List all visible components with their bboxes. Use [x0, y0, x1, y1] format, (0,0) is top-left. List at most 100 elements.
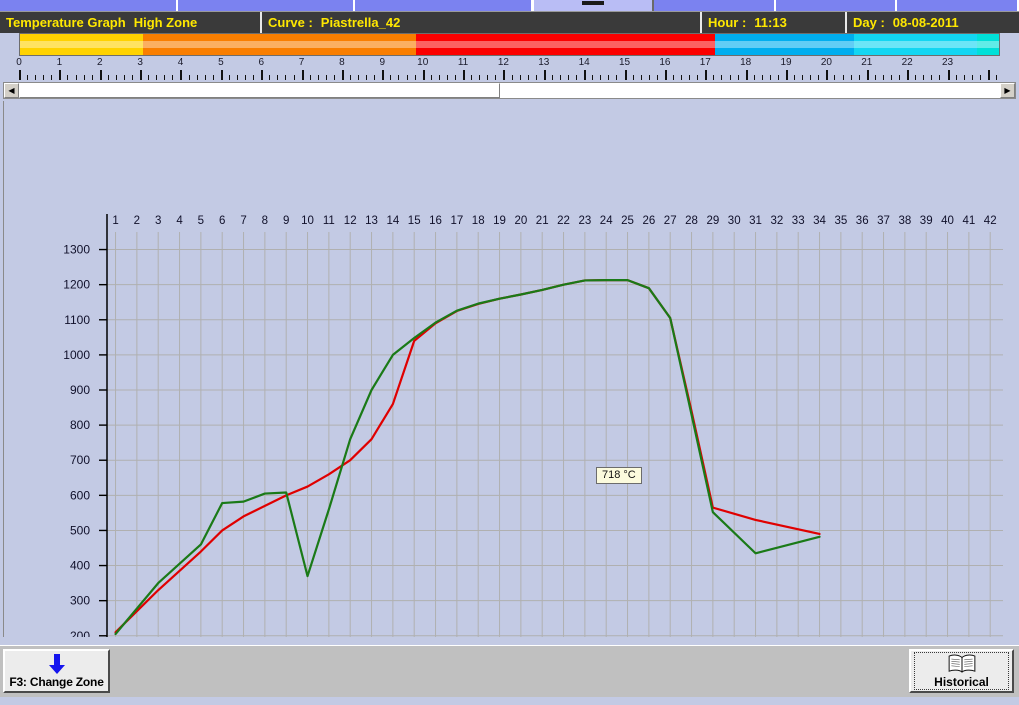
- ruler-label-0: 0: [16, 57, 22, 68]
- temperature-chart[interactable]: 1002003004005006007008009001000110012001…: [4, 101, 1017, 637]
- ruler-label-23: 23: [941, 57, 954, 68]
- horizontal-scrollbar[interactable]: ◀ ▶: [3, 82, 1016, 99]
- ruler-tick: [390, 75, 392, 80]
- ruler-tick: [196, 75, 198, 80]
- top-axis-label-20: 20: [514, 215, 527, 227]
- ruler-tick: [107, 75, 109, 80]
- scrollbar-track[interactable]: [19, 83, 1000, 98]
- ruler-tick: [511, 75, 513, 80]
- change-zone-button[interactable]: F3: Change Zone: [3, 649, 110, 693]
- historical-button[interactable]: Historical: [909, 649, 1014, 693]
- ruler-tick: [923, 75, 925, 80]
- ruler-tick: [115, 75, 117, 80]
- window-tab-2[interactable]: [177, 0, 356, 11]
- ruler-tick: [656, 75, 658, 80]
- ruler-tick: [132, 75, 134, 80]
- ruler-tick: [148, 75, 150, 80]
- scroll-left-arrow-icon[interactable]: ◀: [4, 83, 19, 98]
- ruler-tick: [891, 75, 892, 80]
- ruler-tick: [850, 75, 852, 80]
- book-icon: [948, 654, 975, 674]
- ruler-label-5: 5: [218, 57, 224, 68]
- y-axis-label: 1100: [64, 313, 90, 327]
- ruler-tick: [358, 75, 360, 80]
- top-axis-label-30: 30: [728, 215, 741, 227]
- ruler-tick: [333, 75, 335, 80]
- window-tab-7[interactable]: [897, 0, 1019, 11]
- ruler-tick: [810, 75, 812, 80]
- ruler-label-20: 20: [820, 57, 832, 68]
- ruler-tick: [99, 70, 102, 80]
- ruler-tick: [858, 75, 860, 80]
- ruler-label-12: 12: [497, 57, 509, 68]
- ruler-tick: [27, 75, 29, 80]
- ruler-tick: [559, 75, 561, 80]
- band-segment-blue: [714, 34, 854, 55]
- ruler-tick: [955, 75, 957, 80]
- top-axis-label-5: 5: [198, 215, 204, 227]
- ruler-tick: [907, 70, 910, 80]
- ruler-label-8: 8: [339, 57, 345, 68]
- ruler-tick: [519, 75, 521, 80]
- curve-field: Curve : Piastrella_42: [260, 12, 700, 33]
- ruler-tick: [939, 75, 941, 80]
- top-axis-label-39: 39: [920, 215, 933, 227]
- curve-value: Piastrella_42: [320, 15, 401, 30]
- ruler-tick: [729, 75, 731, 80]
- top-axis-label-7: 7: [240, 215, 246, 227]
- ruler-tick: [721, 75, 723, 80]
- top-axis-label-42: 42: [984, 215, 997, 227]
- window-tab-5[interactable]: [654, 0, 776, 11]
- top-axis-label-27: 27: [664, 215, 677, 227]
- top-axis-label-16: 16: [429, 215, 442, 227]
- window-tab-3[interactable]: [355, 0, 533, 11]
- ruler-tick: [979, 75, 981, 80]
- ruler-tick: [632, 75, 634, 80]
- zone-label-text: High Zone: [133, 15, 198, 30]
- ruler-label-19: 19: [780, 57, 792, 68]
- ruler-tick: [543, 70, 546, 80]
- ruler-tick: [608, 75, 610, 80]
- top-axis-label-37: 37: [877, 215, 890, 227]
- top-axis-label-9: 9: [283, 215, 289, 227]
- ruler-tick: [794, 75, 796, 80]
- ruler-tick: [931, 75, 933, 80]
- ruler-tick: [212, 75, 214, 80]
- ruler-tick: [430, 75, 432, 80]
- window-tab-1[interactable]: [0, 0, 178, 11]
- ruler-tick: [826, 70, 829, 80]
- top-axis-label-22: 22: [557, 215, 570, 227]
- ruler-tick: [664, 70, 667, 80]
- ruler-tick: [341, 70, 344, 80]
- chart-pane[interactable]: 1002003004005006007008009001000110012001…: [3, 101, 1017, 637]
- scroll-right-arrow-icon[interactable]: ▶: [1000, 83, 1015, 98]
- top-axis-label-15: 15: [408, 215, 421, 227]
- ruler-tick: [285, 75, 287, 80]
- top-axis-label-36: 36: [856, 215, 869, 227]
- ruler-tick: [366, 75, 368, 80]
- top-axis-label-40: 40: [941, 215, 954, 227]
- top-axis-label-41: 41: [962, 215, 975, 227]
- ruler-tick: [616, 75, 618, 80]
- ruler-tick: [325, 75, 327, 80]
- y-axis-label: 1200: [63, 278, 90, 292]
- ruler-tick: [188, 75, 190, 80]
- ruler-tick: [140, 70, 143, 80]
- ruler-tick: [180, 70, 183, 80]
- ruler-tick: [834, 75, 836, 80]
- ruler-tick: [842, 75, 844, 80]
- ruler-tick: [915, 75, 917, 80]
- top-axis-label-26: 26: [642, 215, 655, 227]
- top-axis-label-21: 21: [536, 215, 549, 227]
- band-segment-cyan: [853, 34, 977, 55]
- ruler-tick: [317, 75, 319, 80]
- top-axis-label-8: 8: [262, 215, 268, 227]
- window-tab-6[interactable]: [775, 0, 898, 11]
- ruler-tick: [59, 70, 62, 80]
- window-tab-strip[interactable]: [0, 0, 1019, 11]
- ruler-tick: [737, 75, 739, 80]
- ruler-tick: [91, 75, 93, 80]
- ruler-tick: [253, 75, 255, 80]
- window-tab-4[interactable]: [532, 0, 655, 11]
- scrollbar-thumb[interactable]: [19, 83, 500, 98]
